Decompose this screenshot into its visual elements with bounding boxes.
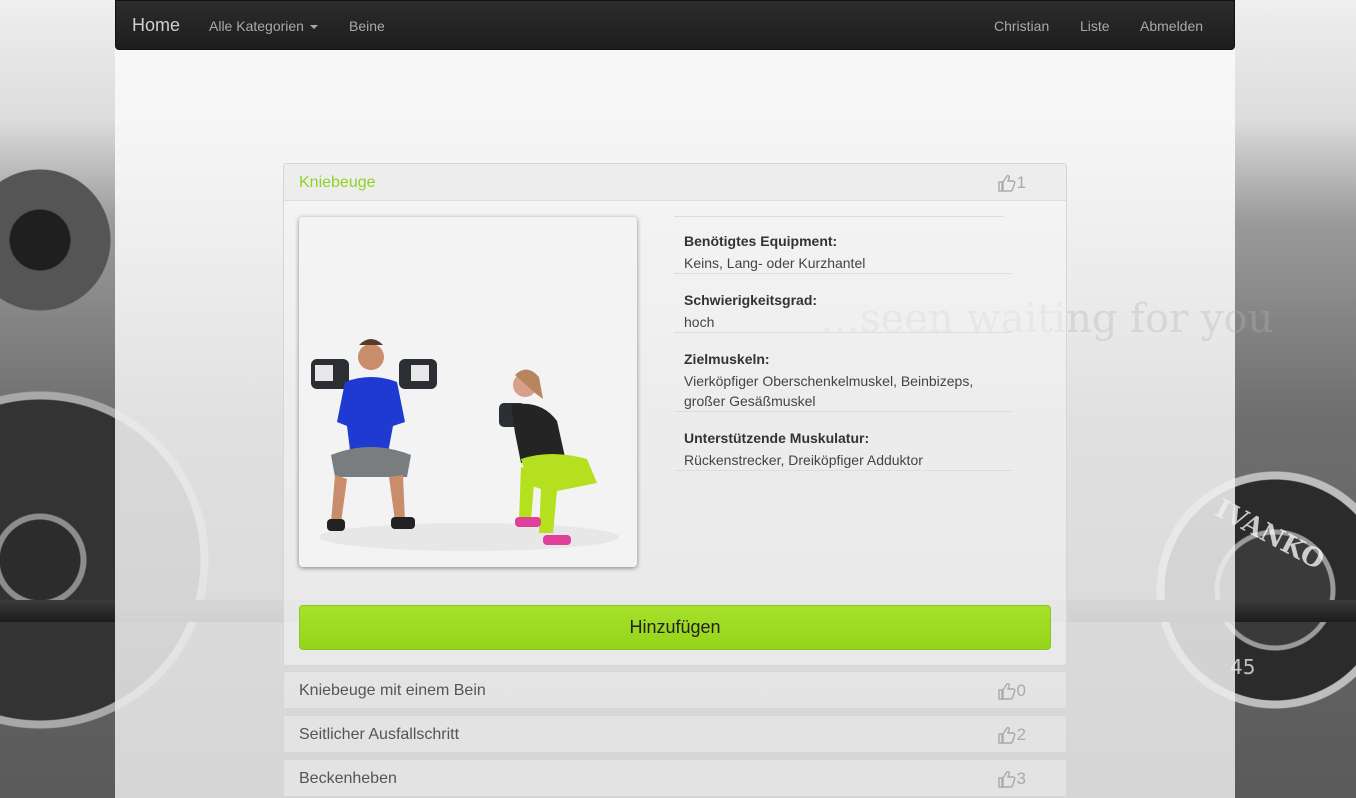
thumbs-up-icon [997, 726, 1016, 744]
exercise-title[interactable]: Beckenheben [299, 770, 397, 787]
exercise-panel-collapsed[interactable]: Seitlicher Ausfallschritt 2 [283, 715, 1067, 753]
exercise-panel-collapsed[interactable]: Beckenheben 3 [283, 759, 1067, 797]
nav-categories-label: Alle Kategorien [209, 18, 304, 34]
exercise-panel-collapsed[interactable]: Kniebeuge mit einem Bein 0 [283, 671, 1067, 709]
detail-supporting-muscles: Unterstützende Muskulatur: Rückenstrecke… [674, 430, 1012, 471]
exercise-title[interactable]: Kniebeuge mit einem Bein [299, 682, 486, 699]
likes-count: 0 [1016, 681, 1026, 700]
exercise-panel-heading[interactable]: Beckenheben 3 [284, 760, 1066, 796]
likes-count: 1 [1016, 173, 1026, 192]
detail-value: Keins, Lang- oder Kurzhantel [684, 255, 866, 271]
likes-counter[interactable]: 1 [997, 173, 1026, 193]
detail-label: Benötigtes Equipment: [684, 233, 838, 249]
exercise-panel-expanded: Kniebeuge 1 Benötigtes Equipment: Keins,… [283, 163, 1067, 666]
navbar: Home Alle Kategorien Beine Christian Lis… [115, 0, 1235, 50]
exercise-details: Benötigtes Equipment: Keins, Lang- oder … [674, 216, 1012, 489]
add-button[interactable]: Hinzufügen [299, 605, 1051, 650]
exercise-panel-heading[interactable]: Seitlicher Ausfallschritt 2 [284, 716, 1066, 752]
detail-value: Vierköpfiger Oberschenkelmuskel, Beinbiz… [684, 373, 974, 409]
detail-difficulty: Schwierigkeitsgrad: hoch [674, 292, 1012, 333]
likes-counter[interactable]: 3 [997, 769, 1026, 789]
nav-current-category[interactable]: Beine [349, 18, 385, 34]
details-divider [674, 216, 1004, 217]
nav-home-link[interactable]: Home [132, 15, 180, 36]
nav-logout[interactable]: Abmelden [1140, 18, 1203, 34]
detail-label: Zielmuskeln: [684, 351, 770, 367]
thumbs-up-icon [997, 770, 1016, 788]
thumbs-up-icon [997, 174, 1016, 192]
squat-illustration [299, 217, 637, 567]
exercise-title[interactable]: Seitlicher Ausfallschritt [299, 726, 459, 743]
detail-value: Rückenstrecker, Dreiköpfiger Adduktor [684, 452, 923, 468]
likes-count: 2 [1016, 725, 1026, 744]
likes-counter[interactable]: 0 [997, 681, 1026, 701]
nav-user[interactable]: Christian [994, 18, 1049, 34]
exercise-panel-heading[interactable]: Kniebeuge mit einem Bein 0 [284, 672, 1066, 708]
likes-counter[interactable]: 2 [997, 725, 1026, 745]
detail-value: hoch [684, 314, 715, 330]
exercise-image [299, 217, 637, 567]
exercise-panel-heading[interactable]: Kniebeuge 1 [284, 164, 1066, 201]
detail-label: Schwierigkeitsgrad: [684, 292, 818, 308]
exercise-title[interactable]: Kniebeuge [299, 174, 376, 191]
nav-categories-dropdown[interactable]: Alle Kategorien [209, 18, 318, 34]
likes-count: 3 [1016, 769, 1026, 788]
thumbs-up-icon [997, 682, 1016, 700]
caret-down-icon [309, 25, 318, 30]
detail-label: Unterstützende Muskulatur: [684, 430, 870, 446]
detail-equipment: Benötigtes Equipment: Keins, Lang- oder … [674, 233, 1012, 274]
nav-list[interactable]: Liste [1080, 18, 1110, 34]
detail-target-muscles: Zielmuskeln: Vierköpfiger Oberschenkelmu… [674, 351, 1012, 412]
